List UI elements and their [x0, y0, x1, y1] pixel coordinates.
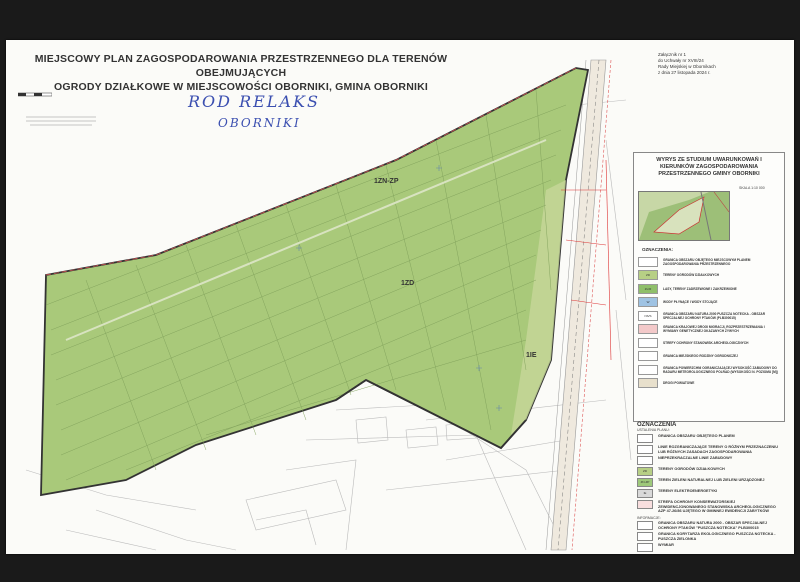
zone-label-1zd: 1ZD	[401, 280, 415, 287]
legend-info-heading: INFORMACJE:	[637, 515, 661, 520]
study-legend-item: GRANICA POWIERZCHNI OGRANICZAJĄCEJ WYSOK…	[638, 363, 780, 377]
study-legend-swatch	[638, 351, 658, 362]
legend-swatch: ZD	[637, 467, 653, 477]
study-legend-item: GRANICA MIEJSKIEGO RODZINY OGRODNICZEJ	[638, 350, 780, 364]
study-extract-scale: SKALA 1:10 000	[739, 186, 765, 190]
study-legend-label: WODY PŁYNĄCE I WODY STOJĄCE	[663, 300, 718, 305]
study-legend-item: DROGI POWIATOWE	[638, 377, 780, 391]
legend-list: GRANICA OBSZARU OBJĘTEGO PLANEM LINIE ROZ…	[633, 434, 783, 514]
study-legend-list: GRANICA OBSZARU OBJĘTEGO MIEJSCOWYM PLAN…	[638, 255, 780, 390]
map-sheet: MIEJSCOWY PLAN ZAGOSPODAROWANIA PRZESTRZ…	[6, 40, 794, 554]
legend-label: GRANICA OBSZARU OBJĘTEGO PLANEM	[658, 434, 735, 438]
legend-info-list: GRANICA OBSZARU NATURA 2000 - OBSZAR SPE…	[633, 520, 783, 553]
legend-info-item: WYMIAR	[637, 543, 783, 553]
study-legend-label: GRANICA MIEJSKIEGO RODZINY OGRODNICZEJ	[663, 354, 738, 359]
legend-info-label: WYMIAR	[658, 543, 674, 548]
legend-item: ZD TERENY OGRODÓW DZIAŁKOWYCH	[637, 467, 783, 477]
study-extract-map	[638, 191, 730, 241]
study-legend-swatch	[638, 364, 658, 375]
legend-item: IE TERENY ELEKTROENERGETYKI	[637, 489, 783, 499]
study-legend-item: GRANICA KRAJOWEJ DROGI MIGRACJI, ROZPRZE…	[638, 323, 780, 337]
study-legend-label: GRANICA OBSZARU OBJĘTEGO MIEJSCOWYM PLAN…	[663, 257, 751, 266]
study-legend-label: LASY, TERENY ZADRZEWIONE I ZAKRZEWIONE	[663, 286, 737, 291]
zone-1zd-area	[40, 67, 590, 497]
legend-label: STREFA OCHRONY KONSERWATORSKIEJ ZEWIDENC…	[658, 500, 776, 514]
study-legend-label: STREFY OCHRONY STANOWISK ARCHEOLOGICZNYC…	[663, 340, 749, 345]
study-legend-item: STREFY OCHRONY STANOWISK ARCHEOLOGICZNYC…	[638, 336, 780, 350]
study-legend-label: GRANICA OBSZARU NATURA 2000 PUSZCZA NOTE…	[663, 311, 766, 320]
plan-title: MIEJSCOWY PLAN ZAGOSPODAROWANIA PRZESTRZ…	[26, 52, 456, 94]
legend-swatch	[637, 500, 653, 510]
legend-info-swatch	[637, 532, 653, 542]
study-legend-swatch	[638, 378, 658, 389]
legend-item: LINIE ROZGRANICZAJĄCE TERENY O RÓŻNYM PR…	[637, 445, 783, 454]
study-legend-swatch: ZL/R	[638, 283, 658, 294]
plan-legend: OZNACZENIA USTALENIA PLANU: GRANICA OBSZ…	[633, 422, 783, 553]
legend-swatch: IE	[637, 489, 653, 499]
resolution-line: z dnia 27 listopada 2024 r.	[658, 70, 711, 75]
study-legend-item: NS/S GRANICA OBSZARU NATURA 2000 PUSZCZA …	[638, 309, 780, 323]
study-legend-swatch	[638, 324, 658, 335]
handwritten-garden-name: ROD RELAKS	[188, 92, 320, 111]
handwritten-town-name: OBORNIKI	[218, 116, 301, 130]
legend-swatch	[637, 445, 653, 454]
study-extract-panel: WYRYS ZE STUDIUM UWARUNKOWAŃ I KIERUNKÓW…	[633, 152, 785, 422]
legend-info-label: GRANICA KORYTARZA EKOLOGICZNEGO PUSZCZA …	[658, 532, 776, 541]
legend-label: TERENY ELEKTROENERGETYKI	[658, 489, 718, 494]
study-legend-item: W WODY PŁYNĄCE I WODY STOJĄCE	[638, 296, 780, 310]
resolution-note: Załącznik nr 1 do Uchwały nr XVIII/24 Ra…	[658, 52, 768, 76]
study-legend-item: ZL/R LASY, TERENY ZADRZEWIONE I ZAKRZEWIO…	[638, 282, 780, 296]
study-legend-swatch: NS/S	[638, 310, 658, 321]
legend-item: STREFA OCHRONY KONSERWATORSKIEJ ZEWIDENC…	[637, 500, 783, 514]
study-legend-label: GRANICA KRAJOWEJ DROGI MIGRACJI, ROZPRZE…	[663, 325, 765, 334]
study-legend-label: TERENY OGRODÓW DZIAŁKOWYCH	[663, 273, 720, 278]
legend-label: LINIE ROZGRANICZAJĄCE TERENY O RÓŻNYM PR…	[658, 445, 778, 454]
study-legend-swatch	[638, 337, 658, 348]
legend-swatch: ZN-ZP	[637, 478, 653, 488]
legend-info-swatch	[637, 520, 653, 530]
legend-info-item: GRANICA KORYTARZA EKOLOGICZNEGO PUSZCZA …	[637, 532, 783, 542]
legend-info-label: GRANICA OBSZARU NATURA 2000 - OBSZAR SPE…	[658, 520, 767, 530]
study-legend-swatch: ZD	[638, 270, 658, 281]
legend-item: ZN-ZP TEREN ZIELENI NATURALNEJ LUB ZIELEN…	[637, 478, 783, 488]
stamp-note	[26, 115, 96, 130]
legend-item: NIEPRZEKRACZALNE LINIE ZABUDOWY	[637, 456, 783, 466]
study-legend-heading: OZNACZENIA:	[642, 247, 673, 252]
legend-swatch	[637, 434, 653, 443]
legend-subtitle: USTALENIA PLANU:	[637, 428, 670, 432]
study-legend-swatch	[638, 256, 658, 267]
legend-item: GRANICA OBSZARU OBJĘTEGO PLANEM	[637, 434, 783, 443]
scale-bar	[17, 92, 53, 99]
plan-title-line-1: MIEJSCOWY PLAN ZAGOSPODAROWANIA PRZESTRZ…	[34, 53, 448, 79]
study-legend-swatch: W	[638, 297, 658, 308]
study-extract-title: WYRYS ZE STUDIUM UWARUNKOWAŃ I KIERUNKÓW…	[656, 157, 762, 177]
legend-label: NIEPRZEKRACZALNE LINIE ZABUDOWY	[658, 456, 733, 461]
study-legend-item: ZD TERENY OGRODÓW DZIAŁKOWYCH	[638, 269, 780, 283]
legend-info-swatch	[637, 543, 653, 553]
study-legend-item: GRANICA OBSZARU OBJĘTEGO MIEJSCOWYM PLAN…	[638, 255, 780, 269]
legend-swatch	[637, 456, 653, 466]
legend-info-item: GRANICA OBSZARU NATURA 2000 - OBSZAR SPE…	[637, 520, 783, 530]
legend-label: TEREN ZIELENI NATURALNEJ LUB ZIELENI URZ…	[658, 478, 765, 483]
study-legend-label: GRANICA POWIERZCHNI OGRANICZAJĄCEJ WYSOK…	[663, 365, 778, 374]
zone-label-1ie: 1IE	[526, 352, 537, 359]
zone-label-1zn-zp: 1ZN-ZP	[374, 178, 399, 185]
legend-label: TERENY OGRODÓW DZIAŁKOWYCH	[658, 467, 725, 472]
study-legend-label: DROGI POWIATOWE	[663, 381, 695, 386]
